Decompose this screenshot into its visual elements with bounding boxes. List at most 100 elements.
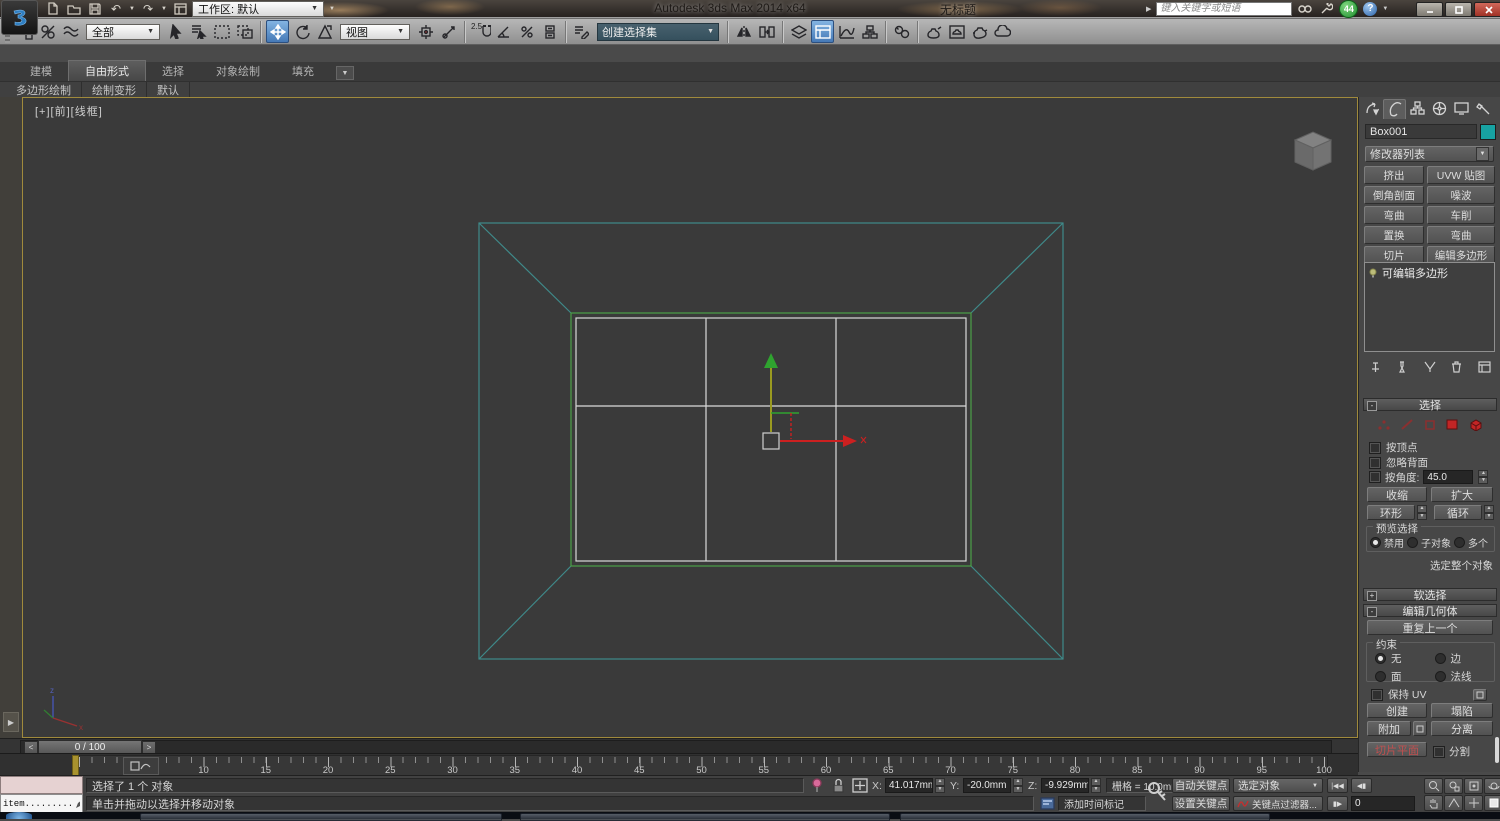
modifier-button[interactable]: 车削 [1427,206,1495,224]
ignore-backfacing-checkbox[interactable] [1369,457,1381,469]
search-icon[interactable] [1297,2,1313,16]
start-button[interactable] [6,812,32,819]
constraint-normal-radio[interactable] [1435,671,1446,682]
vertex-mode-icon[interactable] [1377,418,1391,431]
add-time-tag[interactable]: 添加时间标记 [1058,796,1146,811]
left-dock-expand-icon[interactable]: ▶ [3,712,19,732]
select-and-move-icon[interactable] [266,20,289,43]
modifier-button[interactable]: 挤出 [1364,166,1424,184]
preserve-uv-settings-icon[interactable] [1473,689,1487,701]
split-row[interactable]: 分割 [1433,744,1470,759]
rollout-soft-selection-header[interactable]: + 软选择 [1363,588,1497,601]
maxscript-listener-field[interactable]: item......... [0,794,83,813]
split-checkbox[interactable] [1433,746,1445,758]
macro-recorder-field[interactable] [0,776,83,794]
use-pivot-point-center-icon[interactable] [415,21,436,42]
by-angle-row[interactable]: 按角度: 45.0 ▲▼ [1369,470,1488,484]
tab-freeform[interactable]: 自由形式 [68,60,146,81]
repeat-last-button[interactable]: 重复上一个 [1367,620,1493,635]
attach-settings-icon[interactable] [1413,721,1427,736]
tab-populate[interactable]: 填充 [276,61,330,81]
modifier-button[interactable]: UVW 贴图 [1427,166,1495,184]
set-key-icon[interactable] [1146,780,1168,808]
schematic-view-icon[interactable] [859,21,880,42]
tab-create-icon[interactable] [1361,99,1382,118]
angle-snap-icon[interactable] [493,21,514,42]
select-object-icon[interactable] [165,21,186,42]
maximize-viewport-toggle-icon[interactable] [1484,795,1500,811]
save-icon[interactable] [86,1,104,16]
taskbar-window-button[interactable] [520,813,890,821]
help-icon[interactable]: ? [1363,2,1377,16]
angle-value-field[interactable]: 45.0 [1423,470,1473,484]
panel-scrollbar[interactable] [1495,737,1499,763]
collapse-button[interactable]: 塌陷 [1431,703,1493,718]
set-key-button[interactable]: 设置关键点 [1172,796,1230,811]
time-slider-track[interactable] [20,740,1332,754]
bind-to-space-warp-icon[interactable] [60,21,81,42]
ring-spinner[interactable]: ▲▼ [1417,505,1427,520]
material-editor-icon[interactable] [891,21,912,42]
snap-toggle-icon[interactable]: 2.5 [470,21,491,42]
pin-stack-icon[interactable] [1364,360,1386,374]
mirror-icon[interactable] [733,21,754,42]
help-dropdown-icon[interactable]: ▼ [1382,6,1388,12]
slice-plane-button[interactable]: 切片平面 [1367,742,1427,757]
modifier-button[interactable]: 弯曲 [1427,226,1495,244]
timeline-ruler[interactable]: 5101520253035404550556065707580859095100 [78,755,1328,777]
object-name-field[interactable]: Box001 [1365,124,1477,139]
loop-spinner[interactable]: ▲▼ [1484,505,1494,520]
zoom-icon[interactable] [1424,778,1443,794]
viewport-scene[interactable]: z x [23,98,1357,737]
create-button[interactable]: 创建 [1367,703,1427,718]
remove-modifier-icon[interactable] [1446,360,1468,374]
element-mode-icon[interactable] [1468,418,1483,431]
tab-object-paint[interactable]: 对象绘制 [200,61,276,81]
curve-editor-icon[interactable] [836,21,857,42]
x-spinner[interactable]: ▲▼ [935,778,945,793]
current-frame-field[interactable]: 0 [1351,796,1415,811]
edit-named-selection-sets-icon[interactable] [571,21,592,42]
preview-subobj-radio[interactable] [1407,537,1418,548]
detach-button[interactable]: 分离 [1431,721,1493,736]
preserve-uv-checkbox[interactable] [1371,689,1383,701]
edge-mode-icon[interactable] [1400,418,1414,431]
named-selection-sets-combo[interactable]: 创建选择集 ▼ [597,23,719,41]
border-mode-icon[interactable] [1423,418,1437,431]
coordinate-display-icon[interactable] [852,778,868,793]
y-spinner[interactable]: ▲▼ [1013,778,1023,793]
taskbar-window-button[interactable] [140,813,502,821]
unlink-selection-icon[interactable] [37,21,58,42]
app-logo-button[interactable] [1,0,38,35]
modifier-button[interactable]: 置换 [1364,226,1424,244]
gizmo-y-axis-arrow[interactable] [764,353,778,368]
shrink-button[interactable]: 收缩 [1367,487,1427,502]
viewcube[interactable] [1295,132,1331,170]
angle-spinner[interactable]: ▲▼ [1478,470,1488,484]
select-and-rotate-icon[interactable] [291,21,312,42]
stack-visibility-icon[interactable] [1368,268,1378,279]
loop-button[interactable]: 循环 [1434,505,1482,520]
render-a360-icon[interactable] [992,21,1013,42]
z-coordinate-field[interactable]: -9.929mm [1041,778,1089,793]
minimize-button[interactable] [1416,2,1443,17]
render-setup-icon[interactable] [923,21,944,42]
attach-button[interactable]: 附加 [1367,721,1411,736]
pan-2d-icon[interactable] [1464,795,1483,811]
mini-curve-editor-button[interactable] [123,757,159,775]
constraint-face-radio[interactable] [1375,671,1386,682]
next-frame-button[interactable]: ▮▶ [1327,796,1348,811]
modifier-list-dropdown[interactable]: 修改器列表 ▼ [1365,146,1494,162]
gizmo-origin-handle[interactable] [763,433,779,449]
object-color-swatch[interactable] [1480,124,1496,140]
tab-motion-icon[interactable] [1429,99,1450,118]
wrench-icon[interactable] [1318,2,1334,16]
search-input[interactable] [1156,2,1292,16]
selection-lock-icon[interactable] [832,778,845,793]
rectangular-selection-region-icon[interactable] [211,21,232,42]
y-coordinate-field[interactable]: -20.0mm [963,778,1011,793]
pan-icon[interactable] [1424,795,1443,811]
grow-button[interactable]: 扩大 [1431,487,1493,502]
key-filters-button[interactable]: 关键点过滤器... [1233,796,1323,811]
gizmo-x-axis-arrow[interactable] [843,435,857,447]
